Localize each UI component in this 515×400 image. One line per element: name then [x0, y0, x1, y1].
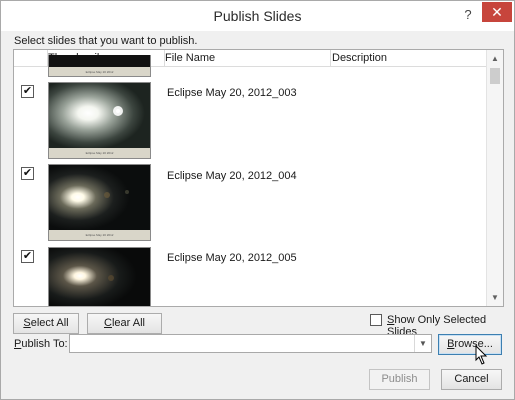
- slide-file-name: Eclipse May 20, 2012_005: [167, 252, 297, 264]
- publish-button[interactable]: Publish: [369, 369, 430, 390]
- slide-thumbnail-caption: Eclipse May 20 2012: [49, 148, 150, 158]
- slide-thumbnail[interactable]: Eclipse May 20 2012: [48, 82, 151, 159]
- slide-checkbox[interactable]: ✔: [21, 250, 34, 263]
- slide-file-name: Eclipse May 20, 2012_003: [167, 87, 297, 99]
- vertical-scrollbar[interactable]: ▲ ▼: [486, 50, 503, 306]
- column-header-description[interactable]: Description: [332, 52, 387, 64]
- slide-thumbnail-image: [49, 248, 150, 306]
- scroll-down-icon[interactable]: ▼: [487, 289, 503, 306]
- slide-checkbox[interactable]: ✔: [21, 85, 34, 98]
- close-button[interactable]: ✕: [482, 2, 512, 22]
- browse-button[interactable]: Browse...: [438, 334, 502, 355]
- scrollbar-thumb[interactable]: [490, 68, 500, 84]
- select-all-accelerator: S: [23, 317, 31, 329]
- slide-thumbnail[interactable]: Eclipse May 20 2012: [48, 164, 151, 241]
- column-header-file-name[interactable]: File Name: [165, 52, 215, 64]
- slide-thumbnail-partial[interactable]: Eclipse May 20 2012: [48, 55, 151, 77]
- cancel-button[interactable]: Cancel: [441, 369, 502, 390]
- publish-to-label-text: ublish To:: [21, 338, 68, 350]
- publish-slides-dialog: Publish Slides ? ✕ Select slides that yo…: [0, 0, 515, 400]
- publish-to-combobox[interactable]: ▼: [69, 334, 432, 353]
- clear-all-button[interactable]: Clear All: [87, 313, 162, 334]
- title-bar: Publish Slides ? ✕: [1, 1, 514, 31]
- select-all-button[interactable]: Select All: [13, 313, 79, 334]
- scroll-up-icon[interactable]: ▲: [487, 50, 503, 67]
- select-all-label: elect All: [30, 317, 69, 329]
- slide-file-name: Eclipse May 20, 2012_004: [167, 170, 297, 182]
- clear-all-label: lear All: [111, 317, 145, 329]
- help-button[interactable]: ?: [453, 3, 483, 25]
- column-separator[interactable]: [330, 50, 331, 66]
- dialog-title: Publish Slides: [213, 8, 302, 24]
- instruction-text: Select slides that you want to publish.: [14, 35, 198, 47]
- slide-thumbnail[interactable]: [48, 247, 151, 306]
- slide-checkbox[interactable]: ✔: [21, 167, 34, 180]
- slide-thumbnail-caption: Eclipse May 20 2012: [85, 70, 114, 74]
- chevron-down-icon[interactable]: ▼: [414, 335, 431, 352]
- clear-all-accelerator: C: [104, 317, 112, 329]
- slide-thumbnail-caption: Eclipse May 20 2012: [49, 230, 150, 240]
- publish-to-label: Publish To:: [14, 338, 68, 350]
- close-icon: ✕: [491, 3, 503, 20]
- slides-list[interactable]: Thumbnail File Name Description Eclipse …: [13, 49, 504, 307]
- publish-to-input[interactable]: [70, 335, 414, 352]
- mouse-pointer-icon: [475, 345, 488, 365]
- show-only-selected-checkbox[interactable]: [370, 314, 382, 326]
- help-icon: ?: [464, 6, 472, 22]
